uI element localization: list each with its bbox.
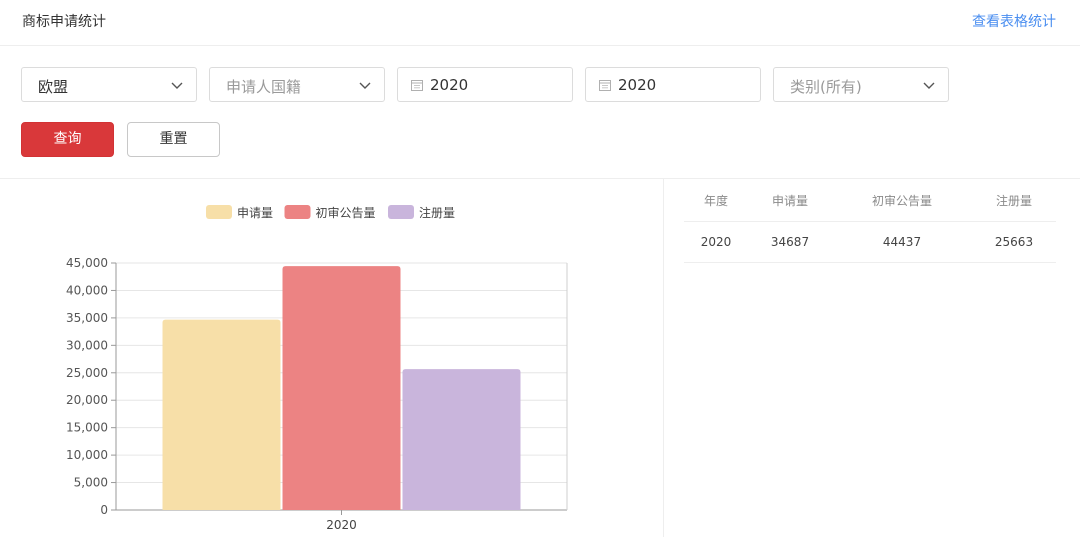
table-header-cell: 申请量 — [771, 194, 808, 208]
table-cell: 2020 — [700, 235, 732, 249]
table-header-cell: 年度 — [703, 194, 728, 208]
statistics-table: 年度 申请量 初审公告量 注册量 2020 34687 44437 25663 — [684, 186, 1056, 263]
table-cell: 25663 — [994, 235, 1034, 249]
chevron-down-icon — [359, 82, 371, 89]
table-row: 2020 34687 44437 25663 — [684, 222, 1056, 263]
end-year-picker[interactable]: 2020 — [585, 67, 761, 102]
bar-1 — [162, 319, 281, 510]
category-select-placeholder: 类别(所有) — [790, 78, 862, 96]
y-tick-label: 0 — [100, 503, 108, 517]
chevron-down-icon — [923, 82, 935, 89]
table-header-row: 年度 申请量 初审公告量 注册量 — [684, 186, 1056, 222]
legend-label: 注册量 — [419, 205, 455, 220]
region-select-value: 欧盟 — [38, 78, 69, 96]
calendar-icon — [599, 80, 611, 91]
query-button[interactable]: 查询 — [21, 122, 114, 157]
y-tick-label: 5,000 — [74, 476, 108, 490]
y-tick-label: 40,000 — [66, 283, 108, 297]
y-tick-label: 20,000 — [66, 393, 108, 407]
table-header-cell: 初审公告量 — [871, 194, 932, 208]
table-cell: 34687 — [770, 235, 810, 249]
y-tick-label: 35,000 — [66, 311, 108, 325]
bar-chart: 0 5,000 10,000 15,000 20,000 25,000 30,000 35,0… — [66, 205, 568, 532]
legend-swatch — [206, 205, 232, 219]
category-select[interactable]: 类别(所有) — [773, 67, 949, 102]
legend-swatch — [284, 205, 311, 219]
reset-button[interactable]: 重置 — [127, 122, 220, 157]
end-year-value: 2020 — [618, 76, 657, 94]
statistics-chart: 0 5,000 10,000 15,000 20,000 25,000 30,000 35,0… — [0, 179, 663, 537]
bar-2 — [282, 266, 401, 510]
view-table-stats-link[interactable]: 查看表格统计 — [972, 11, 1056, 31]
start-year-value: 2020 — [430, 76, 469, 94]
column-divider — [663, 179, 664, 537]
y-tick-label: 45,000 — [66, 256, 108, 270]
legend-label: 初审公告量 — [316, 205, 376, 220]
table-cell: 44437 — [882, 235, 922, 249]
start-year-picker[interactable]: 2020 — [397, 67, 573, 102]
page-header: 商标申请统计 查看表格统计 — [0, 0, 1080, 46]
page-title: 商标申请统计 — [22, 14, 106, 30]
y-tick-label: 15,000 — [66, 421, 108, 435]
bar-3 — [402, 369, 521, 510]
region-select[interactable]: 欧盟 — [21, 67, 197, 102]
legend-label: 申请量 — [237, 206, 273, 220]
legend-swatch — [388, 205, 414, 219]
nationality-select-placeholder: 申请人国籍 — [226, 78, 302, 96]
y-tick-label: 30,000 — [66, 338, 108, 352]
y-tick-label: 10,000 — [66, 448, 108, 462]
table-header-cell: 注册量 — [995, 194, 1032, 208]
nationality-select[interactable]: 申请人国籍 — [209, 67, 385, 102]
y-tick-label: 25,000 — [66, 366, 108, 380]
calendar-icon — [411, 80, 423, 91]
x-tick-label: 2020 — [326, 518, 357, 532]
chevron-down-icon — [171, 82, 183, 89]
